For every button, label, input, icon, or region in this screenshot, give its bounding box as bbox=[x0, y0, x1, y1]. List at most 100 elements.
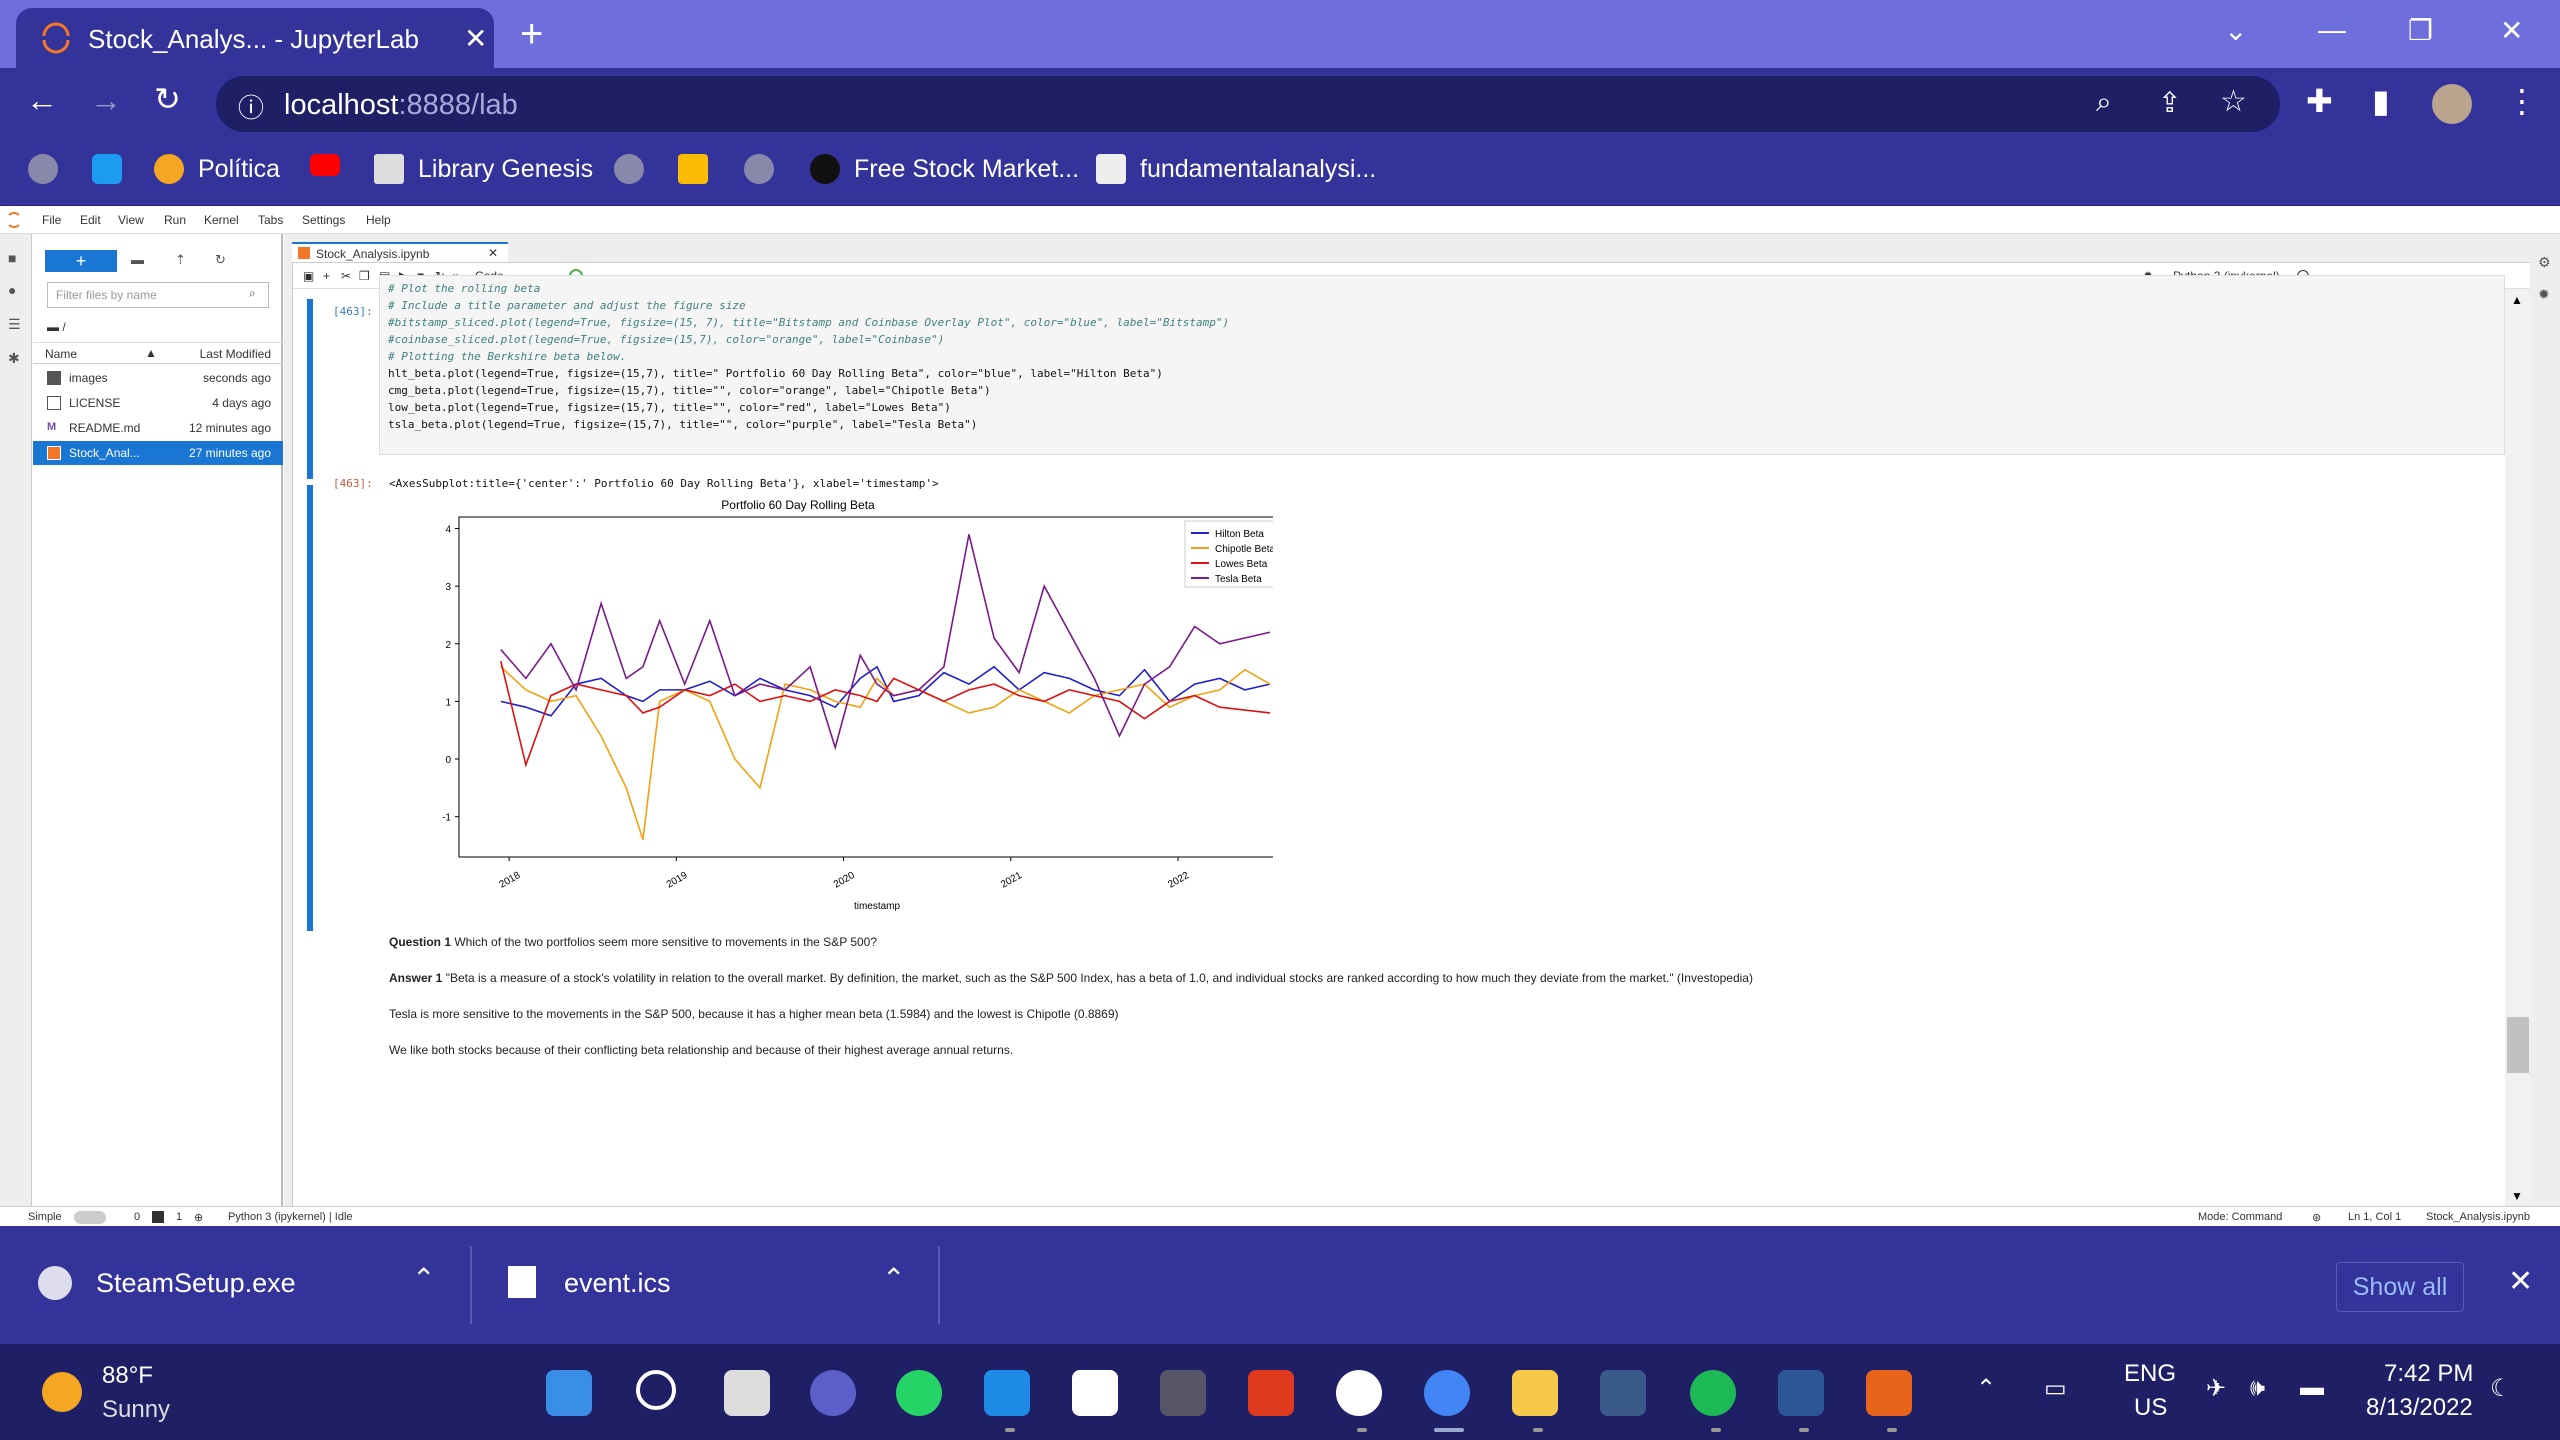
property-inspector-icon[interactable]: ⚙ bbox=[2538, 254, 2551, 271]
scroll-up-icon[interactable]: ▲ bbox=[2511, 293, 2523, 307]
upload-icon[interactable]: ⇡ bbox=[175, 252, 186, 268]
close-shelf-icon[interactable]: ✕ bbox=[2508, 1264, 2533, 1299]
cut-icon[interactable]: ✂ bbox=[341, 269, 351, 283]
slack-icon[interactable] bbox=[1336, 1370, 1382, 1416]
office-icon[interactable] bbox=[1248, 1370, 1294, 1416]
chevron-up-icon[interactable]: ⌃ bbox=[882, 1262, 905, 1295]
browser-tab[interactable]: Stock_Analys... - JupyterLab ✕ bbox=[16, 8, 494, 68]
pin-app-icon[interactable] bbox=[1160, 1370, 1206, 1416]
close-tab-icon[interactable]: ✕ bbox=[488, 246, 498, 260]
bookmark-keep[interactable] bbox=[678, 154, 708, 184]
tablet-icon[interactable]: ▭ bbox=[2044, 1374, 2067, 1403]
new-tab-button[interactable]: + bbox=[520, 12, 543, 56]
chevron-up-icon[interactable]: ⌃ bbox=[412, 1262, 435, 1295]
volume-icon[interactable]: 🕪 bbox=[2250, 1374, 2265, 1402]
profile-avatar[interactable] bbox=[2432, 84, 2472, 124]
search-icon[interactable] bbox=[636, 1370, 676, 1410]
spotify-icon[interactable] bbox=[1690, 1370, 1736, 1416]
teams-chat-icon[interactable] bbox=[810, 1370, 856, 1416]
weather-desc[interactable]: Sunny bbox=[102, 1396, 170, 1424]
toc-icon[interactable]: ☰ bbox=[8, 316, 24, 332]
menu-settings[interactable]: Settings bbox=[302, 213, 345, 227]
bookmark-globe-3[interactable] bbox=[744, 154, 774, 184]
bookmark-fundamental-analysis[interactable]: fundamentalanalysi... bbox=[1096, 154, 1376, 184]
bookmark-free-stock-market[interactable]: Free Stock Market... bbox=[810, 154, 1079, 184]
insert-cell-icon[interactable]: + bbox=[323, 269, 330, 283]
forward-icon[interactable]: → bbox=[90, 82, 122, 119]
language-us[interactable]: US bbox=[2134, 1394, 2167, 1422]
column-name[interactable]: Name bbox=[45, 347, 77, 361]
scrollbar-thumb[interactable] bbox=[2507, 1017, 2529, 1073]
running-icon[interactable]: ● bbox=[8, 282, 24, 298]
download-item-event[interactable]: event.ics ⌃ bbox=[478, 1226, 938, 1344]
back-icon[interactable]: ← bbox=[26, 82, 58, 119]
simple-mode-toggle[interactable] bbox=[74, 1211, 106, 1224]
bookmark-youtube[interactable] bbox=[310, 154, 340, 176]
bookmark-politica[interactable]: Política bbox=[154, 154, 280, 184]
reader-app-icon[interactable] bbox=[1866, 1370, 1912, 1416]
snipping-tool-icon[interactable] bbox=[1600, 1370, 1646, 1416]
show-all-button[interactable]: Show all bbox=[2336, 1262, 2464, 1312]
file-explorer-icon[interactable] bbox=[1512, 1370, 1558, 1416]
bookmark-twitter[interactable] bbox=[92, 154, 122, 184]
file-row-readme[interactable]: M README.md 12 minutes ago bbox=[33, 416, 283, 440]
scroll-down-icon[interactable]: ▼ bbox=[2511, 1189, 2523, 1203]
menu-help[interactable]: Help bbox=[366, 213, 391, 227]
file-row-stock-analysis[interactable]: Stock_Anal... 27 minutes ago bbox=[33, 441, 283, 465]
cursor-position[interactable]: Ln 1, Col 1 bbox=[2348, 1211, 2401, 1223]
close-window-icon[interactable]: ✕ bbox=[2500, 14, 2523, 47]
share-icon[interactable]: ⇪ bbox=[2158, 86, 2181, 119]
notification-icon[interactable]: ⊛ bbox=[2312, 1211, 2321, 1224]
new-launcher-button[interactable]: + bbox=[45, 250, 117, 272]
column-last-modified[interactable]: Last Modified bbox=[200, 347, 271, 361]
extension-manager-icon[interactable]: ✱ bbox=[8, 350, 24, 366]
file-row-license[interactable]: LICENSE 4 days ago bbox=[33, 391, 283, 415]
weather-temp[interactable]: 88°F bbox=[102, 1362, 153, 1390]
start-icon[interactable] bbox=[546, 1370, 592, 1416]
menu-edit[interactable]: Edit bbox=[80, 213, 101, 227]
menu-kernel[interactable]: Kernel bbox=[204, 213, 239, 227]
bookmark-star-icon[interactable]: ☆ bbox=[2220, 84, 2247, 119]
network-icon[interactable]: ✈ bbox=[2206, 1374, 2226, 1403]
file-row-images[interactable]: images seconds ago bbox=[33, 366, 283, 390]
file-browser-icon[interactable]: ■ bbox=[8, 250, 24, 266]
breadcrumb[interactable]: ▬ / bbox=[47, 320, 66, 334]
refresh-icon[interactable]: ↻ bbox=[215, 252, 226, 268]
extensions-icon[interactable]: ✚ bbox=[2306, 82, 2333, 120]
menu-tabs[interactable]: Tabs bbox=[258, 213, 283, 227]
restore-icon[interactable]: ❐ bbox=[2408, 14, 2433, 47]
language-eng[interactable]: ENG bbox=[2124, 1360, 2176, 1388]
filter-files-input[interactable]: Filter files by name bbox=[47, 282, 269, 308]
focus-assist-icon[interactable]: ☾ bbox=[2490, 1374, 2512, 1403]
chrome-icon[interactable] bbox=[1424, 1370, 1470, 1416]
menu-view[interactable]: View bbox=[118, 213, 144, 227]
bookmark-library-genesis[interactable]: Library Genesis bbox=[374, 154, 593, 184]
zoom-icon[interactable]: ⌕ bbox=[2096, 86, 2112, 119]
reload-icon[interactable]: ↻ bbox=[154, 80, 181, 118]
bookmark-globe-2[interactable] bbox=[614, 154, 644, 184]
new-folder-icon[interactable]: ▬ bbox=[131, 252, 144, 267]
notebook-tab[interactable]: Stock_Analysis.ipynb ✕ bbox=[292, 242, 508, 262]
site-info-icon[interactable]: ⓘ bbox=[238, 88, 264, 125]
battery-icon[interactable]: ▬ bbox=[2300, 1374, 2324, 1402]
address-bar[interactable]: ⓘ localhost:8888/lab ⌕ ⇪ ☆ bbox=[216, 76, 2280, 132]
menu-run[interactable]: Run bbox=[164, 213, 186, 227]
show-hidden-icons[interactable]: ⌃ bbox=[1976, 1374, 1996, 1403]
menu-icon[interactable]: ⋮ bbox=[2506, 82, 2538, 120]
code-editor[interactable]: # Plot the rolling beta # Include a titl… bbox=[379, 275, 2505, 455]
side-panel-icon[interactable]: ▮ bbox=[2372, 82, 2390, 120]
save-icon[interactable]: ▣ bbox=[303, 269, 314, 283]
menu-file[interactable]: File bbox=[42, 213, 61, 227]
bookmark-globe-1[interactable] bbox=[28, 154, 58, 184]
kernel-status-text[interactable]: Python 3 (ipykernel) | Idle bbox=[228, 1211, 353, 1223]
clock-date[interactable]: 8/13/2022 bbox=[2366, 1394, 2473, 1422]
copy-icon[interactable]: ❐ bbox=[359, 269, 370, 283]
download-item-steam[interactable]: SteamSetup.exe ⌃ bbox=[0, 1226, 470, 1344]
tab-search-icon[interactable]: ⌄ bbox=[2224, 14, 2247, 47]
debugger-icon[interactable]: ✹ bbox=[2538, 286, 2550, 303]
clock-time[interactable]: 7:42 PM bbox=[2384, 1360, 2473, 1388]
minimize-icon[interactable]: — bbox=[2318, 14, 2346, 46]
whatsapp-icon[interactable] bbox=[896, 1370, 942, 1416]
task-view-icon[interactable] bbox=[724, 1370, 770, 1416]
kindle-icon[interactable] bbox=[1072, 1370, 1118, 1416]
